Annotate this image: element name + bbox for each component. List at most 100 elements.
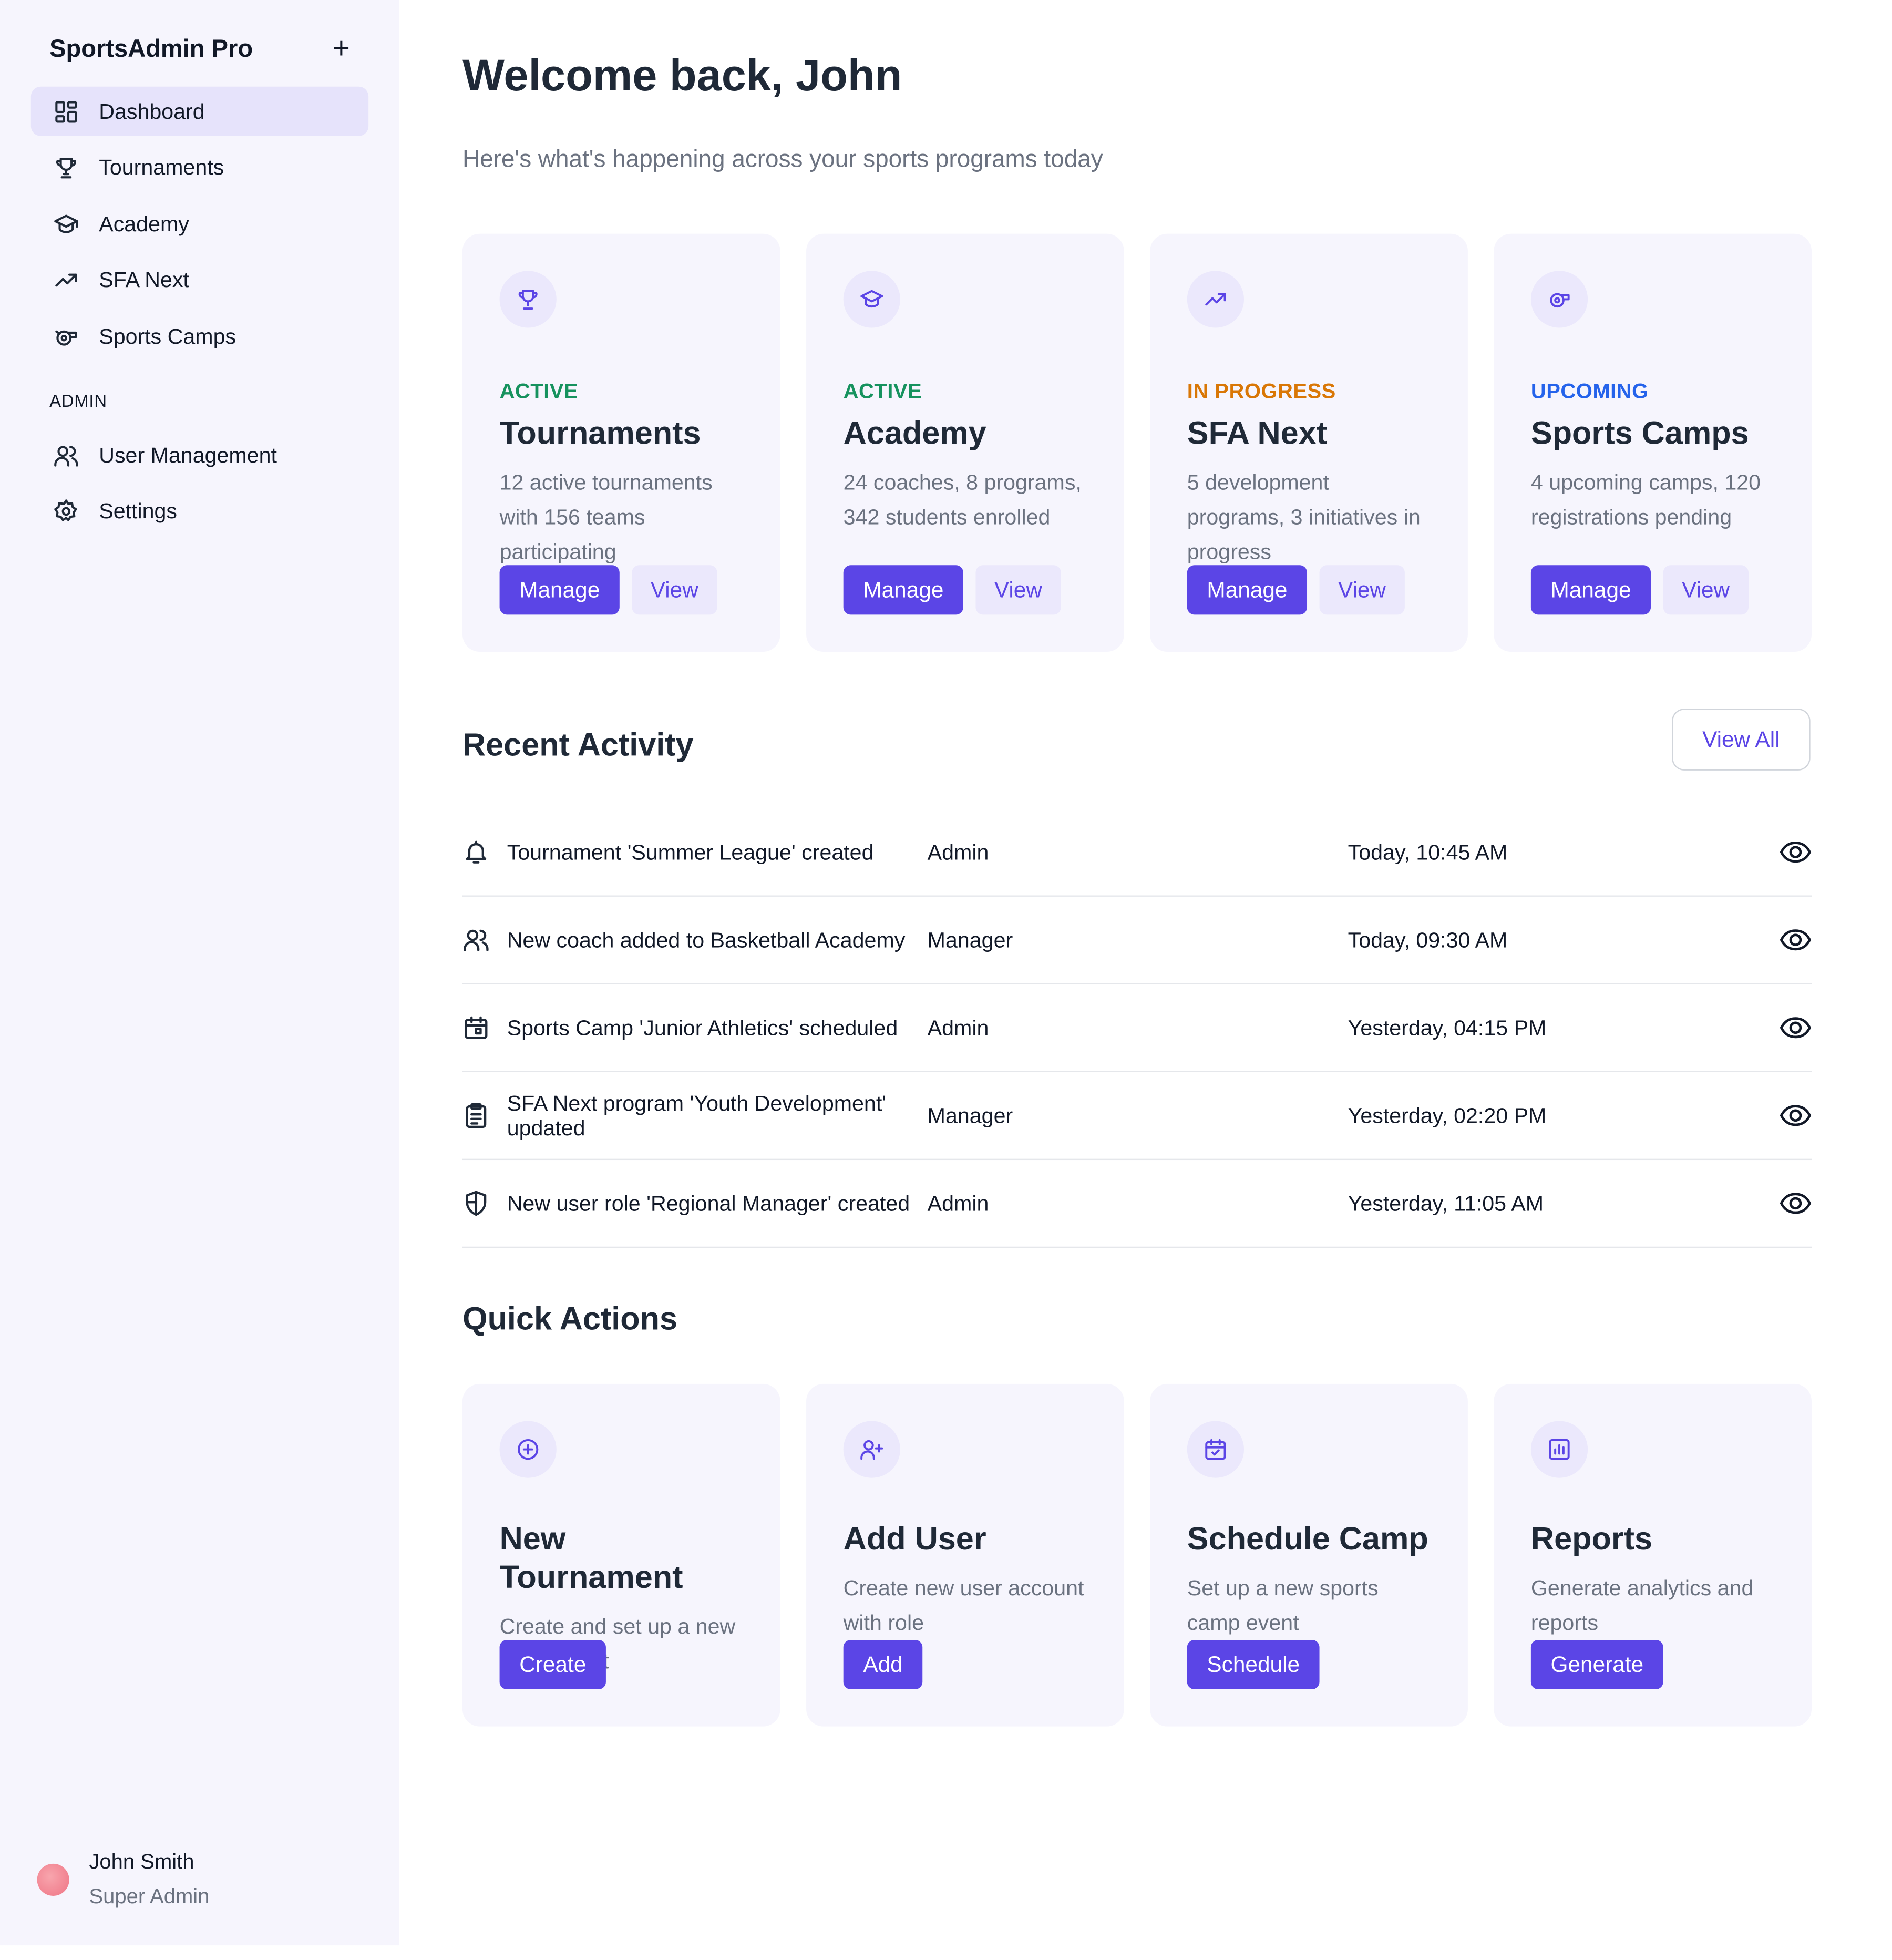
view-all-button[interactable]: View All bbox=[1672, 709, 1811, 771]
activity-time: Yesterday, 04:15 PM bbox=[1348, 1014, 1547, 1040]
main-content: Welcome back, John Here's what's happeni… bbox=[399, 0, 1892, 1945]
graduation-cap-icon bbox=[49, 210, 81, 238]
card-description: 12 active tournaments with 156 teams par… bbox=[499, 470, 713, 564]
view-button[interactable]: View bbox=[1663, 565, 1749, 615]
card-description: Generate analytics and reports bbox=[1530, 1575, 1754, 1635]
activity-text: SFA Next program 'Youth Development' upd… bbox=[507, 1091, 887, 1141]
activity-list: Tournament 'Summer League' created Admin… bbox=[462, 809, 1812, 1248]
card-description: 24 coaches, 8 programs, 342 students enr… bbox=[843, 470, 1082, 530]
create-button[interactable]: Create bbox=[499, 1639, 606, 1690]
sidebar-item-label: Settings bbox=[99, 498, 178, 524]
activity-text: New coach added to Basketball Academy bbox=[507, 927, 906, 952]
quick-action-reports: Reports Generate analytics and reports G… bbox=[1494, 1383, 1812, 1727]
card-description: Set up a new sports camp event bbox=[1187, 1575, 1379, 1635]
sidebar-item-label: Academy bbox=[99, 211, 189, 236]
quick-action-new-tournament: New Tournament Create and set up a new t… bbox=[462, 1383, 780, 1727]
table-row: New user role 'Regional Manager' created… bbox=[462, 1160, 1812, 1248]
sidebar-item-tournaments[interactable]: Tournaments bbox=[31, 143, 368, 192]
activity-text: Tournament 'Summer League' created bbox=[507, 839, 874, 865]
clipboard-icon bbox=[462, 1102, 507, 1129]
status-badge: ACTIVE bbox=[843, 379, 922, 404]
activity-user: Admin bbox=[927, 1190, 989, 1215]
page-title: Welcome back, John bbox=[462, 49, 902, 100]
view-button[interactable]: View bbox=[975, 565, 1061, 615]
card-title: Academy bbox=[843, 414, 986, 451]
bar-chart-icon bbox=[1530, 1421, 1588, 1478]
program-card-academy: ACTIVE Academy 24 coaches, 8 programs, 3… bbox=[806, 233, 1124, 652]
activity-user: Manager bbox=[927, 927, 1013, 952]
activity-text: New user role 'Regional Manager' created bbox=[507, 1191, 910, 1216]
trending-up-icon bbox=[1187, 271, 1245, 328]
user-profile[interactable]: John Smith Super Admin bbox=[37, 1850, 210, 1910]
user-role: Super Admin bbox=[89, 1884, 210, 1908]
dashboard-icon bbox=[49, 98, 81, 125]
sidebar-item-label: Tournaments bbox=[99, 155, 224, 180]
sidebar-item-dashboard[interactable]: Dashboard bbox=[30, 86, 369, 136]
whistle-icon bbox=[1530, 271, 1588, 328]
eye-icon[interactable] bbox=[1780, 1189, 1812, 1223]
view-button[interactable]: View bbox=[1319, 565, 1405, 615]
add-icon[interactable]: + bbox=[333, 34, 350, 64]
card-title: Reports bbox=[1530, 1520, 1653, 1557]
brand-name: SportsAdmin Pro bbox=[49, 35, 253, 63]
program-card-sports-camps: UPCOMING Sports Camps 4 upcoming camps, … bbox=[1494, 233, 1812, 652]
schedule-button[interactable]: Schedule bbox=[1187, 1639, 1320, 1690]
trophy-icon bbox=[499, 271, 557, 328]
program-card-tournaments: ACTIVE Tournaments 12 active tournaments… bbox=[462, 233, 780, 652]
quick-action-add-user: Add User Create new user account with ro… bbox=[806, 1383, 1124, 1727]
card-title: Sports Camps bbox=[1530, 414, 1749, 451]
program-cards: ACTIVE Tournaments 12 active tournaments… bbox=[462, 233, 1812, 652]
eye-icon[interactable] bbox=[1780, 1014, 1812, 1048]
manage-button[interactable]: Manage bbox=[1530, 565, 1651, 615]
sidebar-item-sfa-next[interactable]: SFA Next bbox=[31, 255, 368, 305]
eye-icon[interactable] bbox=[1780, 926, 1812, 960]
plus-circle-icon bbox=[499, 1421, 557, 1478]
graduation-cap-icon bbox=[843, 271, 900, 328]
calendar-icon bbox=[462, 1014, 507, 1041]
view-button[interactable]: View bbox=[632, 565, 717, 615]
admin-section-label: ADMIN bbox=[49, 391, 107, 411]
recent-activity-title: Recent Activity bbox=[462, 726, 694, 763]
calendar-check-icon bbox=[1187, 1421, 1245, 1478]
activity-time: Yesterday, 02:20 PM bbox=[1348, 1102, 1547, 1127]
quick-actions-title: Quick Actions bbox=[462, 1299, 678, 1337]
eye-icon[interactable] bbox=[1780, 838, 1812, 872]
users-icon bbox=[49, 442, 81, 469]
sidebar-item-label: Dashboard bbox=[99, 98, 205, 124]
trending-up-icon bbox=[49, 266, 81, 294]
card-title: New Tournament bbox=[499, 1520, 683, 1596]
sidebar-item-academy[interactable]: Academy bbox=[31, 199, 368, 249]
table-row: Sports Camp 'Junior Athletics' scheduled… bbox=[462, 984, 1812, 1072]
manage-button[interactable]: Manage bbox=[499, 565, 620, 615]
generate-button[interactable]: Generate bbox=[1530, 1639, 1663, 1690]
whistle-icon bbox=[49, 323, 81, 350]
sidebar-item-sports-camps[interactable]: Sports Camps bbox=[31, 312, 368, 361]
status-badge: IN PROGRESS bbox=[1187, 379, 1336, 404]
activity-user: Admin bbox=[927, 839, 989, 864]
sidebar-item-label: Sports Camps bbox=[99, 323, 236, 348]
activity-time: Today, 09:30 AM bbox=[1348, 927, 1508, 952]
user-name: John Smith bbox=[89, 1850, 194, 1874]
card-title: Tournaments bbox=[499, 414, 701, 451]
activity-time: Today, 10:45 AM bbox=[1348, 839, 1508, 864]
manage-button[interactable]: Manage bbox=[1187, 565, 1308, 615]
add-button[interactable]: Add bbox=[843, 1639, 923, 1690]
sidebar-item-user-management[interactable]: User Management bbox=[31, 430, 368, 480]
activity-time: Yesterday, 11:05 AM bbox=[1348, 1190, 1544, 1215]
activity-user: Admin bbox=[927, 1014, 989, 1040]
card-title: Schedule Camp bbox=[1187, 1520, 1428, 1557]
users-icon bbox=[462, 926, 507, 953]
trophy-icon bbox=[49, 154, 81, 181]
eye-icon[interactable] bbox=[1780, 1102, 1812, 1135]
table-row: Tournament 'Summer League' created Admin… bbox=[462, 809, 1812, 897]
program-card-sfa-next: IN PROGRESS SFA Next 5 development progr… bbox=[1150, 233, 1468, 652]
app-root: SportsAdmin Pro + Dashboard Tournaments … bbox=[0, 0, 1892, 1946]
card-title: SFA Next bbox=[1187, 414, 1328, 451]
manage-button[interactable]: Manage bbox=[843, 565, 964, 615]
card-description: 5 development programs, 3 initiatives in… bbox=[1187, 470, 1421, 564]
card-description: Create new user account with role bbox=[843, 1575, 1084, 1635]
bell-icon bbox=[462, 838, 507, 866]
quick-action-schedule-camp: Schedule Camp Set up a new sports camp e… bbox=[1150, 1383, 1468, 1727]
sidebar-item-settings[interactable]: Settings bbox=[31, 487, 368, 536]
status-badge: UPCOMING bbox=[1530, 379, 1649, 404]
